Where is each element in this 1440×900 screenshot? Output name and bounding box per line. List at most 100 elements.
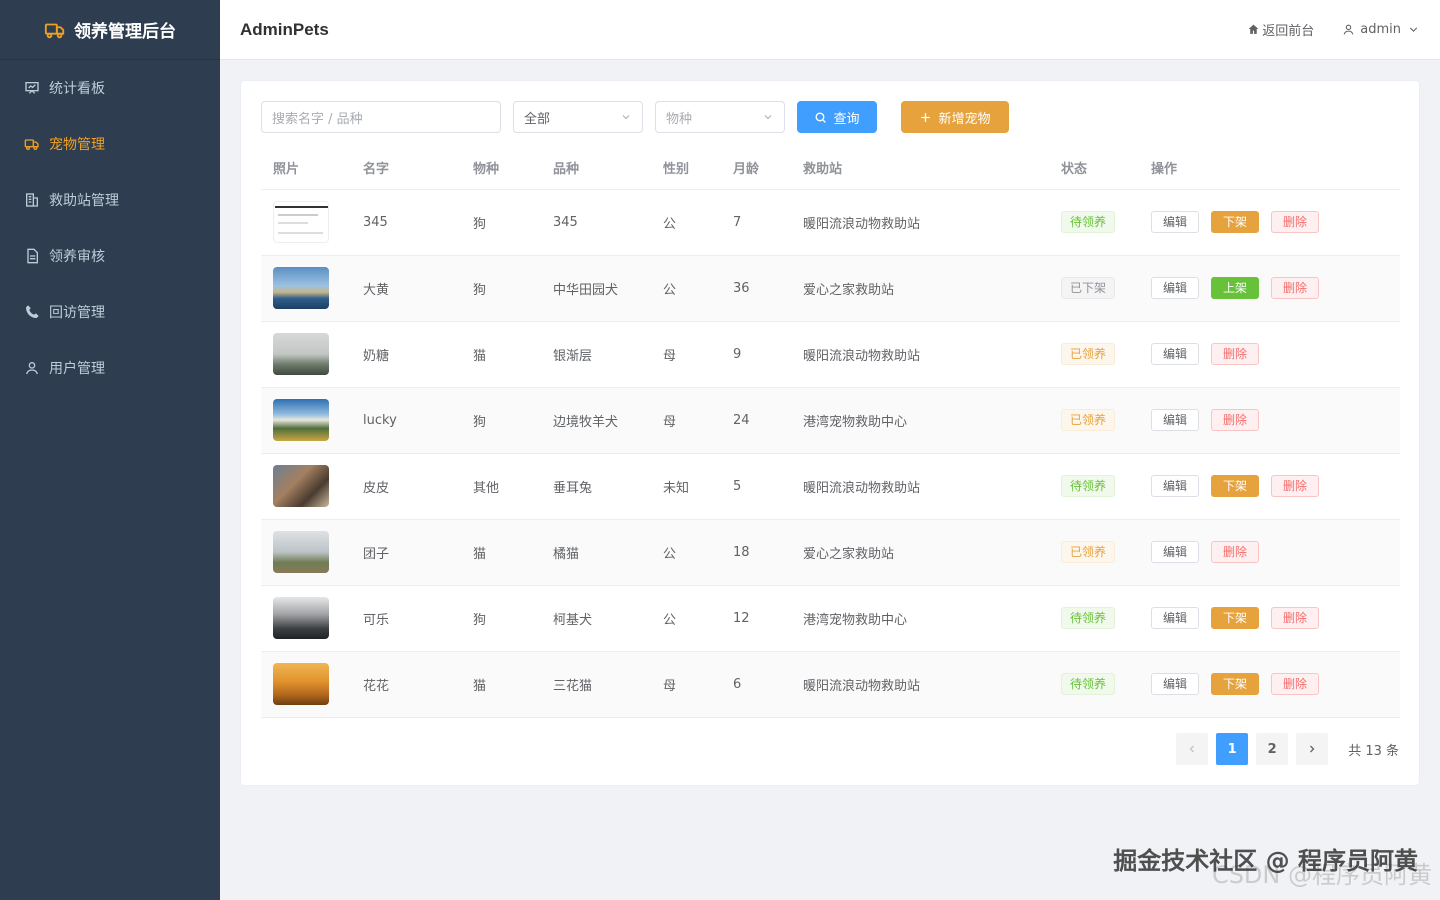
status-cell: 待领养 (1049, 453, 1139, 520)
header-actions: 返回前台 admin (1247, 20, 1420, 39)
cell-gender: 公 (651, 519, 721, 586)
edit-button[interactable]: 编辑 (1151, 277, 1200, 299)
table-row: 345 狗 345 公 7 暖阳流浪动物救助站 待领养 编辑 下架 删除 (261, 189, 1400, 256)
cell-breed: 柯基犬 (541, 585, 651, 652)
cell-breed: 边境牧羊犬 (541, 387, 651, 454)
edit-button[interactable]: 编辑 (1151, 409, 1200, 431)
back-to-frontend-link[interactable]: 返回前台 (1247, 20, 1314, 39)
actions-cell: 编辑 删除 (1139, 321, 1400, 388)
sidebar-item-3[interactable]: 领养审核 (0, 228, 220, 284)
cell-station: 港湾宠物救助中心 (791, 585, 1049, 652)
chevron-down-icon (764, 115, 772, 120)
column-header: 状态 (1049, 147, 1139, 190)
page-button-2[interactable]: 2 (1256, 733, 1289, 765)
pet-photo[interactable] (273, 399, 329, 441)
status-select-value: 全部 (524, 111, 551, 127)
actions-cell: 编辑 下架 删除 (1139, 189, 1400, 256)
sidebar-item-label: 救助站管理 (49, 193, 119, 209)
main-content: 搜索名字 / 品种 全部 物种 查询 新增宠物 照片 名字 物种 品种 性别 月… (220, 60, 1440, 900)
edit-button[interactable]: 编辑 (1151, 607, 1200, 629)
toggle-listing-button[interactable]: 上架 (1211, 277, 1260, 299)
status-badge: 已下架 (1061, 277, 1116, 299)
pet-list-card: 搜索名字 / 品种 全部 物种 查询 新增宠物 照片 名字 物种 品种 性别 月… (240, 80, 1420, 786)
add-pet-button[interactable]: 新增宠物 (901, 101, 1009, 133)
cell-species: 狗 (461, 387, 541, 454)
sidebar-item-1[interactable]: 宠物管理 (0, 116, 220, 172)
status-badge: 已领养 (1061, 541, 1116, 563)
row-actions: 编辑 删除 (1151, 343, 1400, 365)
presentation-board-icon (24, 80, 40, 96)
query-button[interactable]: 查询 (797, 101, 877, 133)
column-header: 品种 (541, 147, 651, 190)
delete-button[interactable]: 删除 (1211, 409, 1260, 431)
status-cell: 已领养 (1049, 321, 1139, 388)
sidebar-item-2[interactable]: 救助站管理 (0, 172, 220, 228)
truck-icon (44, 23, 65, 38)
pet-photo[interactable] (273, 531, 329, 573)
page-button-1[interactable]: 1 (1216, 733, 1249, 765)
edit-button[interactable]: 编辑 (1151, 343, 1200, 365)
delete-button[interactable]: 删除 (1271, 211, 1320, 233)
actions-cell: 编辑 删除 (1139, 519, 1400, 586)
column-header: 照片 (261, 147, 351, 190)
user-dropdown[interactable]: admin (1342, 22, 1420, 37)
toggle-listing-button[interactable]: 下架 (1211, 211, 1260, 233)
edit-button[interactable]: 编辑 (1151, 475, 1200, 497)
status-select[interactable]: 全部 (513, 101, 643, 133)
pet-photo[interactable] (273, 333, 329, 375)
cell-breed: 中华田园犬 (541, 255, 651, 322)
pet-photo[interactable] (273, 465, 329, 507)
user-icon (1343, 24, 1354, 35)
cell-station: 爱心之家救助站 (791, 519, 1049, 586)
delete-button[interactable]: 删除 (1211, 343, 1260, 365)
delete-button[interactable]: 删除 (1271, 673, 1320, 695)
row-actions: 编辑 删除 (1151, 541, 1400, 563)
search-icon (815, 111, 827, 123)
prev-page-button[interactable] (1176, 733, 1209, 765)
add-pet-button-label: 新增宠物 (938, 110, 991, 126)
cell-species: 狗 (461, 585, 541, 652)
cell-station: 暖阳流浪动物救助站 (791, 651, 1049, 718)
cell-age: 6 (721, 651, 791, 718)
status-cell: 待领养 (1049, 189, 1139, 256)
table-row: 奶糖猫银渐层母 9 暖阳流浪动物救助站 已领养 编辑 删除 (261, 321, 1400, 388)
pet-photo[interactable] (273, 267, 329, 309)
top-header: AdminPets 返回前台 admin (220, 0, 1440, 60)
cell-name: 皮皮 (351, 453, 461, 520)
status-cell: 已领养 (1049, 387, 1139, 454)
toggle-listing-button[interactable]: 下架 (1211, 607, 1260, 629)
sidebar-item-5[interactable]: 用户管理 (0, 340, 220, 396)
cell-gender: 未知 (651, 453, 721, 520)
edit-button[interactable]: 编辑 (1151, 211, 1200, 233)
edit-button[interactable]: 编辑 (1151, 673, 1200, 695)
cell-gender: 公 (651, 585, 721, 652)
status-badge: 已领养 (1061, 409, 1116, 431)
cell-gender: 公 (651, 255, 721, 322)
table-row: 花花猫三花猫母 6 暖阳流浪动物救助站 待领养 编辑 下架 删除 (261, 651, 1400, 718)
delete-button[interactable]: 删除 (1271, 475, 1320, 497)
toggle-listing-button[interactable]: 下架 (1211, 673, 1260, 695)
toggle-listing-button[interactable]: 下架 (1211, 475, 1260, 497)
sidebar-item-label: 宠物管理 (49, 137, 105, 153)
delete-button[interactable]: 删除 (1271, 607, 1320, 629)
species-select[interactable]: 物种 (655, 101, 785, 133)
sidebar-item-4[interactable]: 回访管理 (0, 284, 220, 340)
delete-button[interactable]: 删除 (1211, 541, 1260, 563)
pet-photo[interactable] (273, 597, 329, 639)
sidebar-brand: 领养管理后台 (0, 0, 220, 60)
delete-button[interactable]: 删除 (1271, 277, 1320, 299)
sidebar-item-0[interactable]: 统计看板 (0, 60, 220, 116)
pet-photo[interactable] (273, 201, 329, 243)
search-input[interactable]: 搜索名字 / 品种 (261, 101, 501, 133)
pet-photo[interactable] (273, 663, 329, 705)
truck-icon (24, 136, 40, 152)
pet-table: 照片 名字 物种 品种 性别 月龄 救助站 状态 操作 345 狗 345 公 7 暖阳流浪动物救助站 待领… (261, 147, 1400, 718)
sidebar-menu: 统计看板宠物管理救助站管理领养审核 回访管理 用户管理 (0, 60, 220, 396)
cell-age: 12 (721, 585, 791, 652)
status-badge: 已领养 (1061, 343, 1116, 365)
row-actions: 编辑 上架 删除 (1151, 277, 1400, 299)
row-actions: 编辑 下架 删除 (1151, 475, 1400, 497)
edit-button[interactable]: 编辑 (1151, 541, 1200, 563)
next-page-button[interactable] (1296, 733, 1329, 765)
row-actions: 编辑 删除 (1151, 409, 1400, 431)
